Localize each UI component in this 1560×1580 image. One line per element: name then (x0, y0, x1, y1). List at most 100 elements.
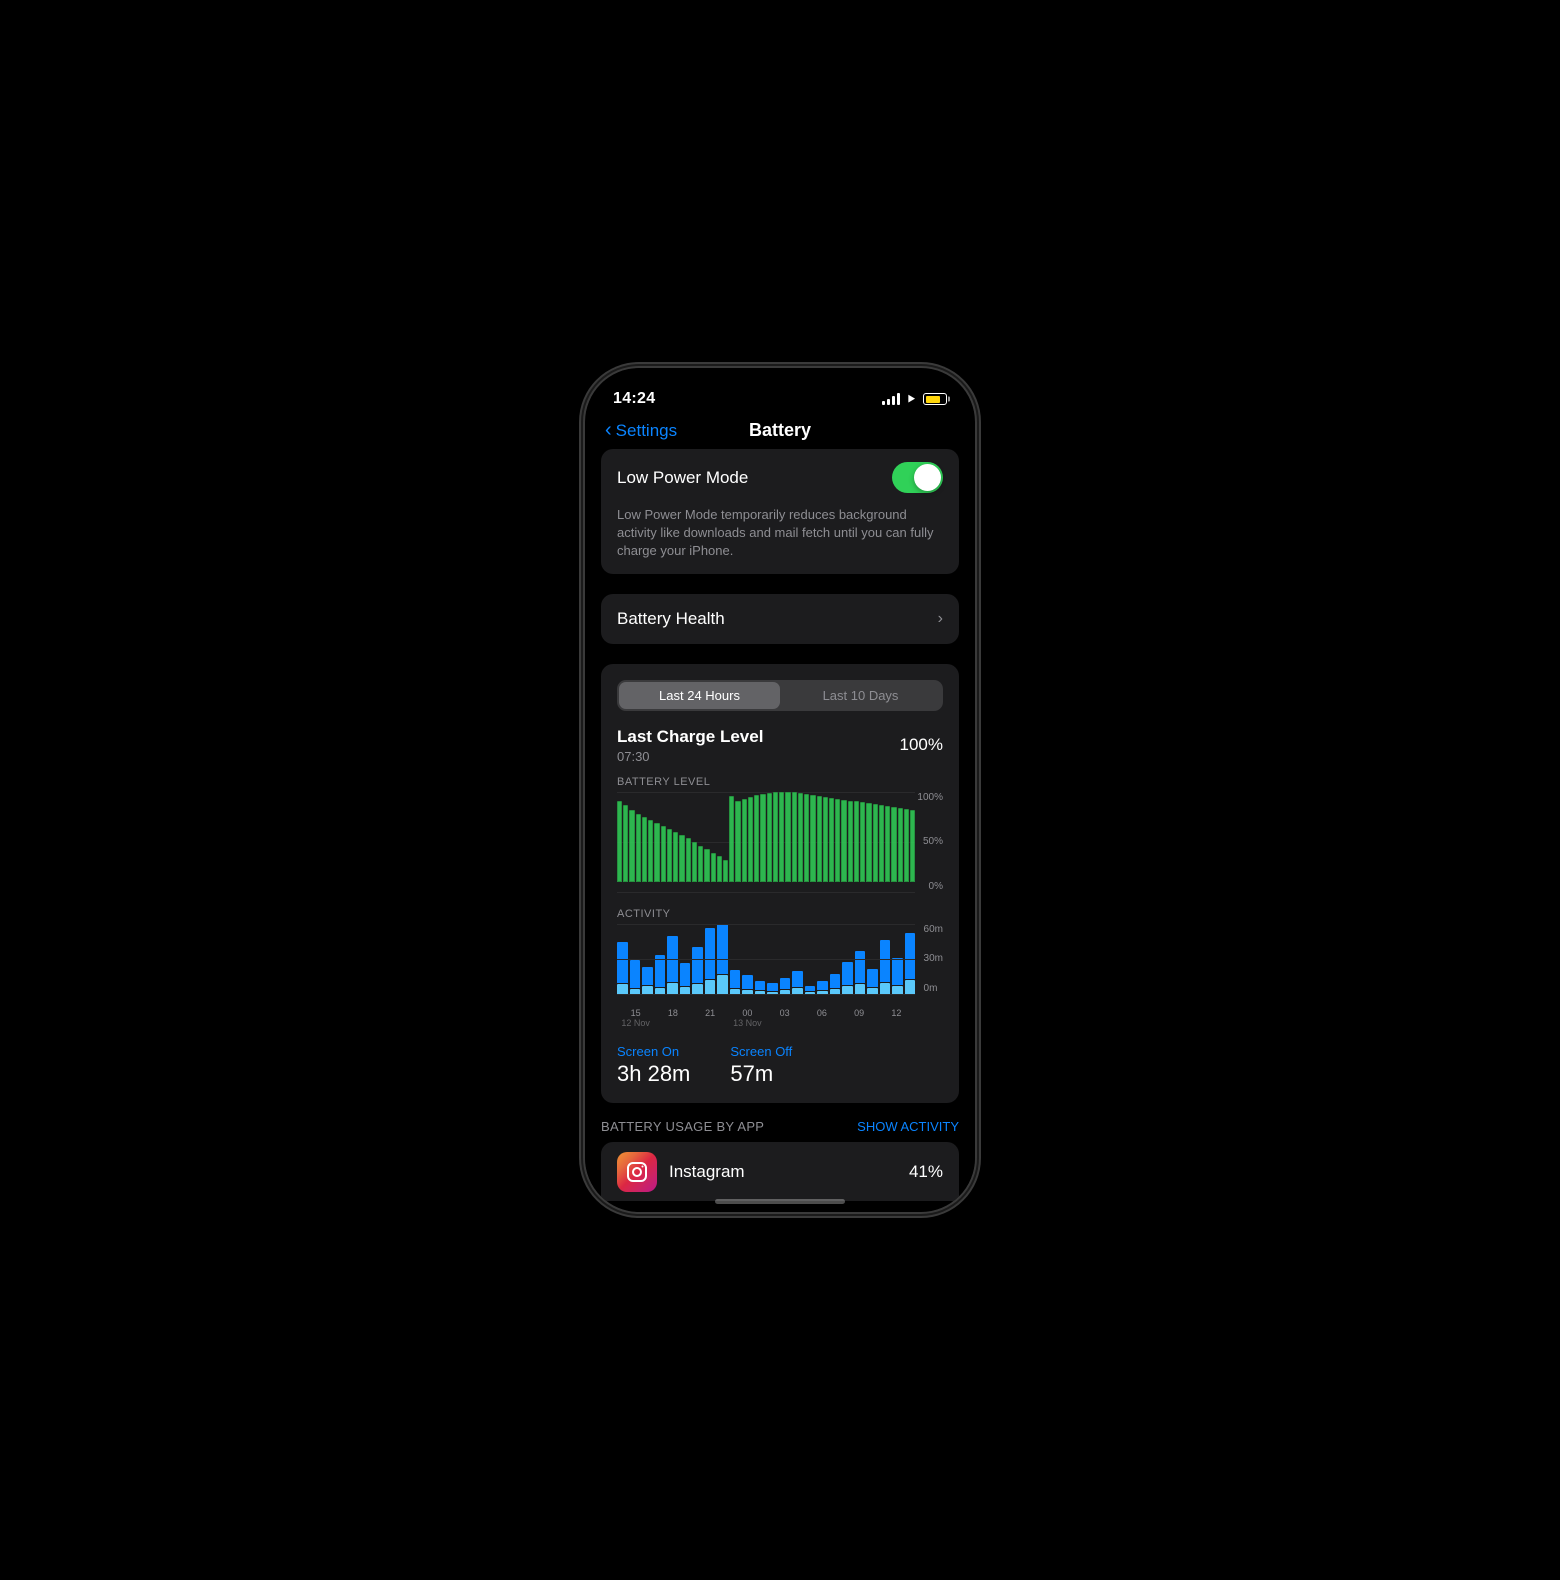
screen-off-stat: Screen Off 57m (730, 1044, 792, 1087)
activity-y-30: 30m (924, 953, 943, 964)
screen-on-bar (792, 971, 803, 988)
show-activity-button[interactable]: SHOW ACTIVITY (857, 1119, 959, 1134)
screen-on-bar (717, 924, 728, 975)
screen-on-bar (767, 983, 778, 990)
battery-bar (785, 792, 790, 882)
battery-bar (860, 802, 865, 881)
activity-y-60: 60m (924, 924, 943, 935)
back-chevron-icon: ‹ (605, 419, 612, 442)
screen-on-bar (705, 928, 716, 978)
screen-off-bar (892, 986, 903, 993)
screen-on-bar (655, 955, 666, 987)
battery-y-0: 0% (929, 881, 943, 892)
screen-off-bar (617, 984, 628, 993)
activity-bar-group (855, 951, 866, 993)
battery-bar (817, 796, 822, 882)
chart-x-group: 18 (654, 1008, 691, 1028)
screen-on-bar (742, 975, 753, 989)
chart-x-group: 03 (766, 1008, 803, 1028)
screen-off-bar (880, 983, 891, 994)
battery-health-row[interactable]: Battery Health › (601, 594, 959, 644)
activity-bar-group (742, 975, 753, 993)
screen-on-bar (817, 981, 828, 990)
phone-screen: 14:24 ⯈ ‹ Settings (585, 368, 975, 1212)
chart-x-time: 06 (803, 1008, 840, 1018)
signal-icon (882, 393, 900, 405)
screen-on-bar (680, 963, 691, 986)
battery-health-card: Battery Health › (601, 594, 959, 644)
instagram-app-icon (617, 1152, 657, 1192)
back-label: Settings (616, 421, 677, 441)
screen-off-bar (755, 991, 766, 994)
screen-off-bar (717, 975, 728, 993)
screen-off-bar (730, 989, 741, 994)
low-power-mode-row: Low Power Mode (601, 449, 959, 506)
battery-icon (923, 393, 947, 405)
battery-bar (661, 826, 666, 882)
segment-10d[interactable]: Last 10 Days (780, 682, 941, 709)
battery-level-chart: 100% 50% 0% (617, 792, 943, 892)
battery-level-section: BATTERY LEVEL 100% 50% 0% (601, 768, 959, 900)
screen-on-stat: Screen On 3h 28m (617, 1044, 690, 1087)
battery-bar (711, 853, 716, 882)
screen-on-bar (617, 942, 628, 983)
low-power-mode-toggle[interactable] (892, 462, 943, 493)
charge-time: 07:30 (617, 749, 763, 764)
app-row-instagram[interactable]: Instagram 41% (601, 1142, 959, 1201)
screen-off-bar (680, 987, 691, 993)
battery-bars (617, 792, 943, 882)
battery-y-100: 100% (917, 792, 943, 803)
battery-bar (904, 809, 909, 882)
battery-bar (686, 838, 691, 881)
battery-bar (723, 860, 728, 882)
chart-x-time: 15 (617, 1008, 654, 1018)
chart-x-group: 09 (841, 1008, 878, 1028)
activity-bar-group (780, 978, 791, 994)
battery-bar (623, 805, 628, 882)
screen-on-bar (867, 969, 878, 987)
back-button[interactable]: ‹ Settings (605, 420, 677, 442)
battery-usage-header: BATTERY USAGE BY APP SHOW ACTIVITY (585, 1103, 975, 1142)
activity-bar-group (805, 986, 816, 993)
screen-off-bar (842, 986, 853, 993)
battery-bar (629, 810, 634, 882)
screen-off-bar (692, 984, 703, 993)
activity-bars (617, 924, 943, 994)
screen-off-bar (630, 989, 641, 994)
screen-off-bar (705, 980, 716, 994)
screen-off-value: 57m (730, 1061, 792, 1087)
screen-on-bar (780, 978, 791, 989)
screen-on-bar (842, 962, 853, 985)
battery-bar (767, 793, 772, 881)
activity-bar-group (867, 969, 878, 994)
segment-container: Last 24 Hours Last 10 Days (601, 664, 959, 719)
home-indicator[interactable] (715, 1199, 845, 1204)
activity-bar-group (667, 936, 678, 994)
battery-bar (792, 792, 797, 882)
chart-x-time: 18 (654, 1008, 691, 1018)
battery-bar (667, 829, 672, 881)
battery-bar (729, 796, 734, 882)
screen-on-bar (730, 970, 741, 988)
activity-bar-group (730, 970, 741, 994)
chart-x-time: 00 (729, 1008, 766, 1018)
screen-on-bar (805, 986, 816, 991)
chevron-right-icon: › (938, 610, 943, 628)
activity-bar-group (905, 933, 916, 994)
battery-usage-label: BATTERY USAGE BY APP (601, 1119, 764, 1134)
chart-x-date: 13 Nov (729, 1018, 766, 1028)
notch (705, 368, 855, 398)
battery-bar (742, 799, 747, 882)
battery-bar (898, 808, 903, 882)
battery-bar (679, 835, 684, 882)
scroll-content[interactable]: Low Power Mode Low Power Mode temporaril… (585, 449, 975, 1201)
battery-bar (854, 801, 859, 881)
instagram-app-name: Instagram (669, 1162, 897, 1182)
segment-24h[interactable]: Last 24 Hours (619, 682, 780, 709)
activity-bar-group (755, 981, 766, 994)
chart-x-group: 12 (878, 1008, 915, 1028)
battery-bar (617, 801, 622, 882)
activity-bar-group (880, 940, 891, 993)
screen-off-bar (780, 990, 791, 994)
low-power-mode-section: Low Power Mode Low Power Mode temporaril… (585, 449, 975, 574)
